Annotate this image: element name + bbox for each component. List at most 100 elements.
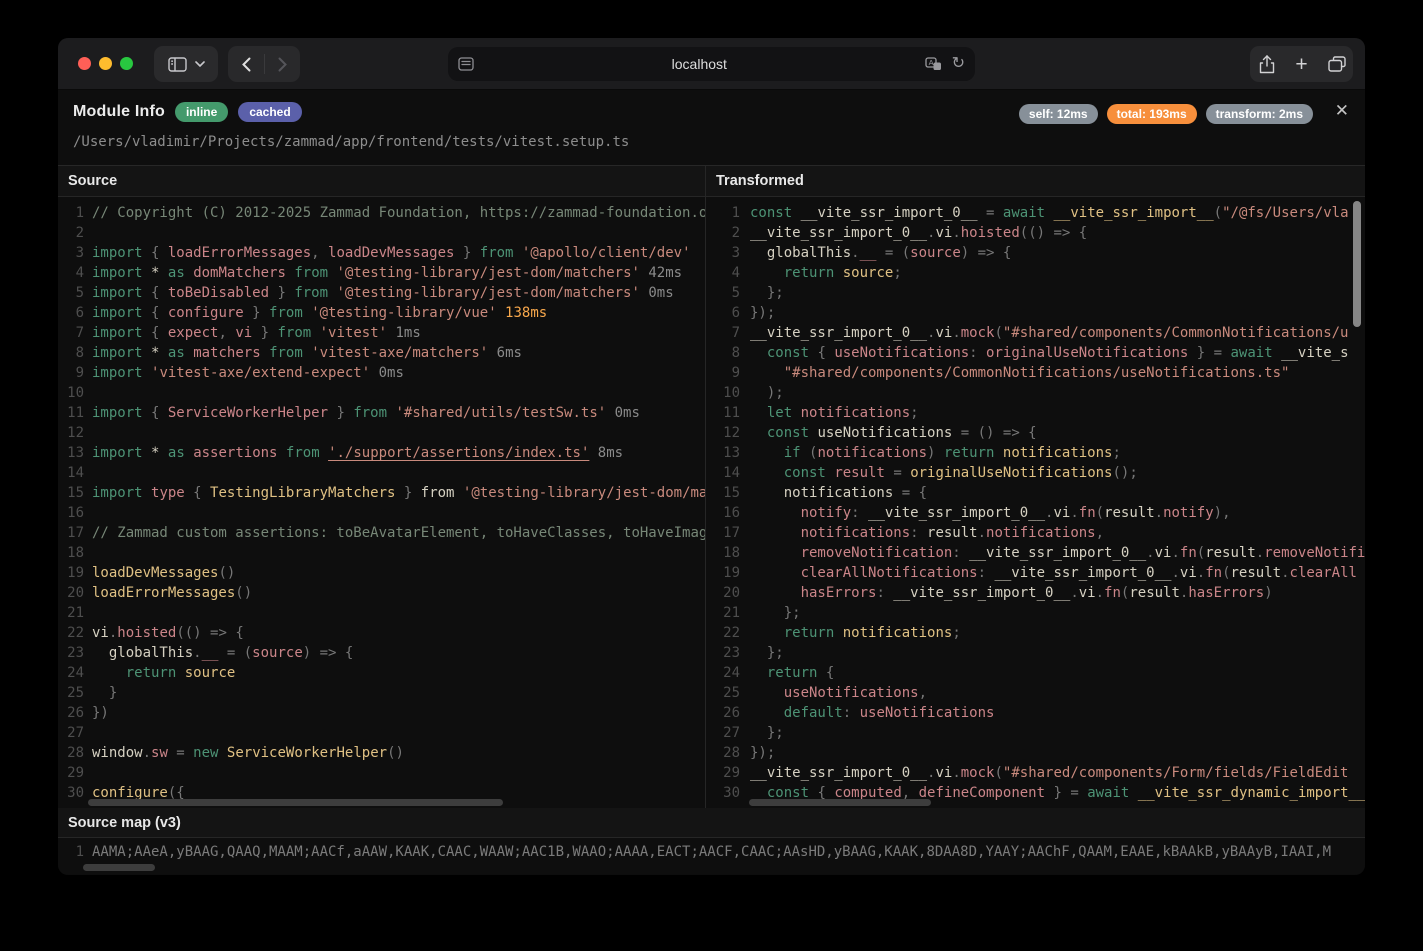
line-number: 25 [58,683,84,703]
code-line: 2__vite_ssr_import_0__.vi.hoisted(() => … [706,223,1365,243]
line-number: 4 [58,263,84,283]
code-line: 8import * as matchers from 'vitest-axe/m… [58,343,705,363]
code-line: 7__vite_ssr_import_0__.vi.mock("#shared/… [706,323,1365,343]
line-number: 30 [58,783,84,803]
code-line: 26 default: useNotifications [706,703,1365,723]
code-line: 15 notifications = { [706,483,1365,503]
line-number: 6 [58,303,84,323]
code-line: 23 globalThis.__ = (source) => { [58,643,705,663]
line-number: 3 [58,243,84,263]
code-line: 27 [58,723,705,743]
share-button[interactable] [1251,46,1282,82]
line-number: 11 [58,403,84,423]
code-line: 24 return source [58,663,705,683]
code-line: 26}) [58,703,705,723]
code-line: 22vi.hoisted(() => { [58,623,705,643]
line-number: 29 [58,763,84,783]
module-link[interactable]: './support/assertions/index.ts' [328,445,589,461]
transformed-panel: Transformed 1const __vite_ssr_import_0__… [706,166,1365,808]
transformed-code-area[interactable]: 1const __vite_ssr_import_0__ = await __v… [706,197,1365,808]
code-line: 10 [58,383,705,403]
tab-overview-button[interactable] [1321,46,1352,82]
code-line: 20 hasErrors: __vite_ssr_import_0__.vi.f… [706,583,1365,603]
close-window-button[interactable] [78,57,91,70]
metric-total: total: 193ms [1107,104,1197,124]
new-tab-button[interactable]: + [1286,46,1317,82]
line-number: 19 [706,563,740,583]
toolbar-right-buttons: + [1250,46,1353,82]
line-number: 13 [58,443,84,463]
source-code-area[interactable]: 1// Copyright (C) 2012-2025 Zammad Found… [58,197,705,808]
sourcemap-line-number: 1 [58,841,84,863]
code-line: 18 removeNotification: __vite_ssr_import… [706,543,1365,563]
line-number: 16 [706,503,740,523]
line-number: 21 [58,603,84,623]
badge-cached: cached [238,102,301,122]
sidebar-toggle-button[interactable] [154,46,218,82]
url-field[interactable]: localhost A ↻ [448,47,975,81]
code-line: 13 if (notifications) return notificatio… [706,443,1365,463]
forward-button[interactable] [265,46,300,82]
code-line: 3import { loadErrorMessages, loadDevMess… [58,243,705,263]
code-line: 21 [58,603,705,623]
line-number: 10 [706,383,740,403]
line-number: 9 [706,363,740,383]
line-number: 14 [706,463,740,483]
line-number: 25 [706,683,740,703]
line-number: 27 [706,723,740,743]
code-line: 27 }; [706,723,1365,743]
zoom-window-button[interactable] [120,57,133,70]
code-line: 9import 'vitest-axe/extend-expect' 0ms [58,363,705,383]
back-button[interactable] [229,46,264,82]
code-line: 1const __vite_ssr_import_0__ = await __v… [706,203,1365,223]
code-line: 28}); [706,743,1365,763]
code-line: 4import * as domMatchers from '@testing-… [58,263,705,283]
line-number: 17 [706,523,740,543]
url-text: localhost [474,56,925,72]
line-number: 21 [706,603,740,623]
sidebar-icon [168,57,187,72]
line-number: 18 [706,543,740,563]
source-horizontal-scrollbar[interactable] [88,799,503,806]
code-line: 15import type { TestingLibraryMatchers }… [58,483,705,503]
sourcemap-title: Source map (v3) [58,808,1365,838]
line-number: 10 [58,383,84,403]
code-line: 19 clearAllNotifications: __vite_ssr_imp… [706,563,1365,583]
code-line: 1// Copyright (C) 2012-2025 Zammad Found… [58,203,705,223]
code-line: 20loadErrorMessages() [58,583,705,603]
code-line: 19loadDevMessages() [58,563,705,583]
code-line: 21 }; [706,603,1365,623]
line-number: 23 [706,643,740,663]
sourcemap-content: AAMA;AAeA,yBAAG,QAAQ,MAAM;AACf,aAAW,KAAK… [84,841,1365,863]
code-line: 25 useNotifications, [706,683,1365,703]
reader-icon[interactable] [458,57,474,71]
sourcemap-section: Source map (v3) 1 AAMA;AAeA,yBAAG,QAAQ,M… [58,808,1365,874]
code-line: 18 [58,543,705,563]
line-number: 27 [58,723,84,743]
line-number: 11 [706,403,740,423]
code-line: 13import * as assertions from './support… [58,443,705,463]
close-button[interactable]: ✕ [1333,100,1351,121]
sourcemap-horizontal-scrollbar[interactable] [83,864,155,871]
line-number: 30 [706,783,740,803]
code-line: 6import { configure } from '@testing-lib… [58,303,705,323]
code-line: 2 [58,223,705,243]
code-line: 14 [58,463,705,483]
code-line: 14 const result = originalUseNotificatio… [706,463,1365,483]
timing-metrics: self: 12ms total: 193ms transform: 2ms [1019,104,1313,124]
code-line: 29 [58,763,705,783]
source-panel: Source 1// Copyright (C) 2012-2025 Zamma… [58,166,706,808]
line-number: 13 [706,443,740,463]
code-line: 22 return notifications; [706,623,1365,643]
transformed-horizontal-scrollbar[interactable] [749,799,931,806]
code-line: 8 const { useNotifications: originalUseN… [706,343,1365,363]
transformed-vertical-scrollbar[interactable] [1353,201,1361,327]
minimize-window-button[interactable] [99,57,112,70]
translate-icon[interactable]: A [925,57,942,71]
metric-transform: transform: 2ms [1206,104,1313,124]
metric-self: self: 12ms [1019,104,1098,124]
reload-icon[interactable]: ↻ [952,56,965,72]
file-path: /Users/vladimir/Projects/zammad/app/fron… [73,134,629,150]
sourcemap-line: 1 AAMA;AAeA,yBAAG,QAAQ,MAAM;AACf,aAAW,KA… [58,841,1365,863]
line-number: 28 [706,743,740,763]
